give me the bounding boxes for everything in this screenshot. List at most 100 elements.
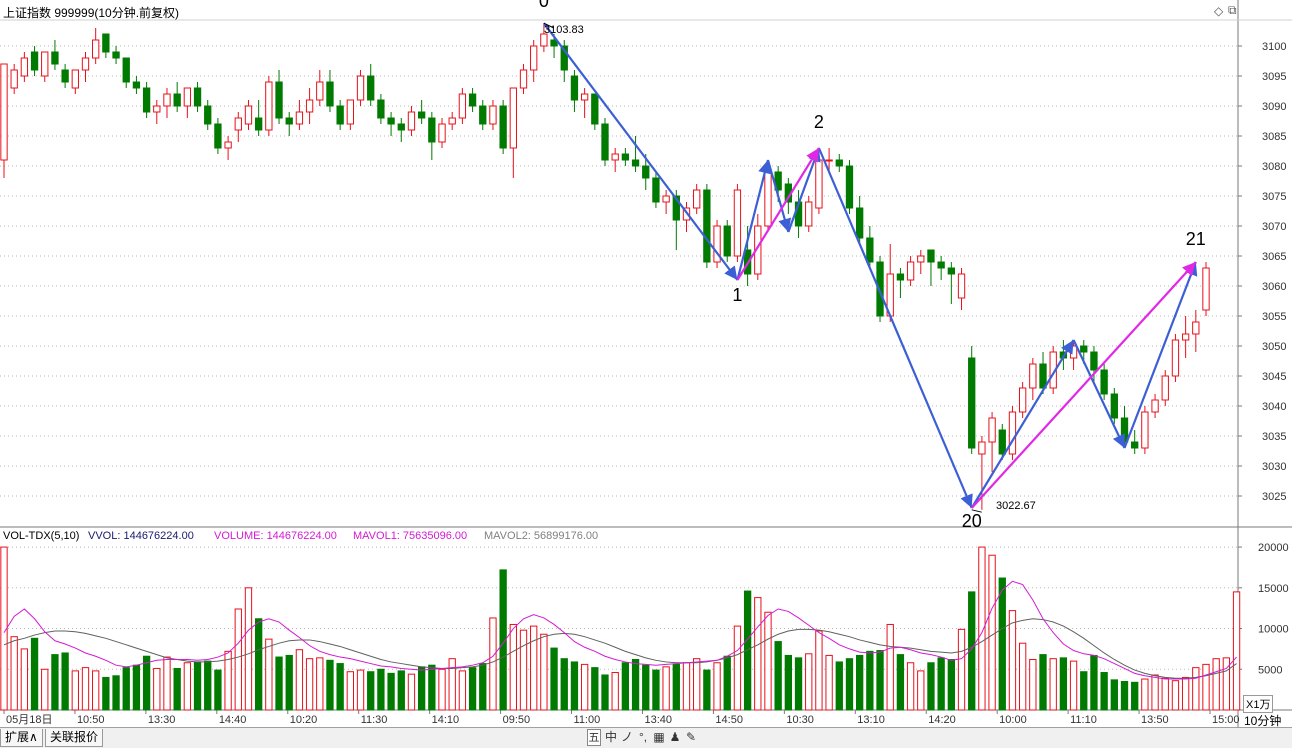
candle-body	[1039, 363, 1047, 389]
restore-icon[interactable]: ⧉	[1228, 3, 1237, 18]
volume-bar	[1131, 681, 1139, 711]
volume-bar	[1008, 610, 1017, 711]
candle-body	[193, 87, 202, 107]
volume-bar	[214, 669, 222, 711]
volume-bar	[723, 655, 731, 711]
candle-body	[92, 39, 100, 59]
candle-body	[1029, 363, 1037, 389]
volume-bar	[713, 662, 721, 711]
candle-body	[703, 189, 711, 263]
candle-body	[30, 51, 39, 71]
volume-bar	[193, 661, 202, 711]
volume-bar	[917, 670, 925, 711]
candle-body	[397, 123, 405, 131]
time-tick-label: 11:10	[1070, 714, 1097, 726]
volume-bar	[1018, 642, 1027, 711]
volume-bar	[540, 633, 548, 711]
volume-tick-label: 10000	[1258, 624, 1289, 636]
volume-bar	[591, 667, 599, 711]
volume-bar	[1110, 679, 1118, 711]
wrench-icon[interactable]: ✎	[685, 729, 697, 746]
moon-icon[interactable]: ノ	[621, 729, 633, 746]
bottom-toolbar: 扩展∧ 关联报价 五 中 ノ °, ▦ ♟ ✎	[0, 727, 1292, 748]
candle-body	[723, 225, 731, 257]
candle-body	[142, 87, 151, 113]
volume-bar	[30, 637, 39, 711]
candle-body	[631, 159, 640, 167]
volume-bar	[1039, 654, 1047, 711]
candle-body	[346, 99, 354, 125]
volume-bar	[876, 650, 884, 711]
volume-bar	[102, 676, 110, 711]
time-tick-label: 13:30	[148, 714, 176, 726]
volume-bar	[733, 625, 742, 711]
price-tick-label: 3040	[1262, 401, 1286, 413]
vvol-value: VVOL: 144676224.00	[88, 530, 194, 542]
candle-body	[255, 117, 263, 131]
candle-body	[71, 69, 79, 89]
candle-body	[1069, 345, 1078, 359]
candle-body	[479, 105, 487, 125]
time-tick-label: 13:10	[857, 714, 885, 726]
volume-bar	[173, 667, 181, 711]
candle-body	[316, 81, 324, 101]
tab-related-quote[interactable]: 关联报价	[45, 729, 104, 747]
volume-bar	[642, 664, 650, 711]
candle-body	[733, 189, 742, 257]
volume-bar	[438, 668, 446, 711]
candle-body	[356, 75, 365, 101]
time-tick-label: 11:30	[361, 714, 388, 726]
price-tick-label: 3045	[1262, 371, 1286, 383]
volume-bar	[1181, 676, 1190, 711]
time-tick-label: 14:40	[219, 714, 247, 726]
volume-bar	[244, 587, 253, 711]
volume-bar	[295, 649, 304, 711]
user-icon[interactable]: ♟	[669, 729, 681, 746]
price-tick-label: 3035	[1262, 431, 1286, 443]
volume-bar	[1141, 678, 1149, 711]
volume-bar	[1090, 654, 1098, 711]
tab-extend[interactable]: 扩展∧	[0, 729, 43, 747]
five-icon[interactable]: 五	[587, 729, 601, 746]
punctuation-icon[interactable]: °,	[637, 729, 649, 746]
volume-bar	[1202, 663, 1210, 711]
volume-tick-label: 5000	[1258, 664, 1282, 676]
candle-body	[1090, 351, 1098, 371]
volume-bar	[1100, 672, 1108, 711]
candle-body	[153, 105, 161, 113]
volume-bar	[356, 669, 365, 711]
candle-body	[81, 57, 90, 71]
volume-bar	[906, 662, 915, 711]
volume-bar	[397, 670, 405, 711]
price-tick-label: 3075	[1262, 191, 1286, 203]
diamond-icon[interactable]: ◇	[1214, 4, 1223, 18]
candle-body	[326, 81, 334, 107]
volume-bar	[41, 668, 49, 711]
time-tick-label: 05月18日	[6, 714, 52, 726]
volume-bar	[407, 673, 416, 711]
candle-body	[305, 99, 314, 113]
volume-bar	[10, 636, 18, 711]
volume-bar	[784, 654, 793, 711]
candle-body	[10, 69, 18, 89]
volume-bar	[1192, 667, 1200, 711]
candle-body	[417, 111, 426, 119]
volume-bar	[530, 625, 538, 711]
candle-body	[815, 159, 823, 209]
volume-bar	[652, 669, 660, 711]
volume-bar	[1161, 677, 1169, 711]
candle-body	[51, 51, 59, 65]
candle-body	[214, 123, 222, 149]
volume-bar	[234, 608, 242, 711]
keyboard-icon[interactable]: ▦	[653, 729, 665, 746]
volume-bar	[815, 630, 823, 711]
candle-body	[519, 69, 528, 89]
candle-body	[275, 81, 283, 119]
volume-bar	[336, 663, 344, 711]
vol-indicator-name: VOL-TDX(5,10)	[3, 530, 80, 542]
volume-bar	[682, 662, 691, 711]
time-tick-label: 10:00	[999, 714, 1027, 726]
volume-bar	[153, 667, 161, 711]
wave-number-0: 0	[539, 0, 549, 11]
chinese-input-icon[interactable]: 中	[605, 729, 617, 746]
